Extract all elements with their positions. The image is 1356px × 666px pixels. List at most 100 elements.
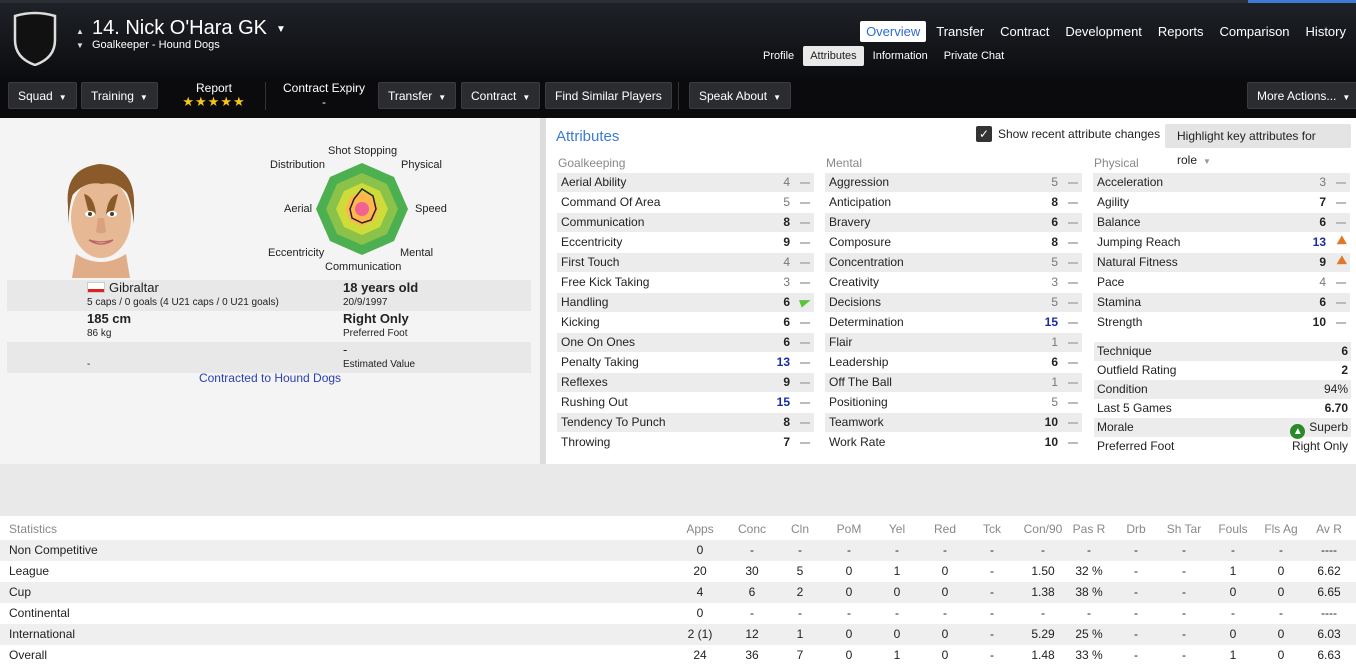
goalkeeping-attr-row[interactable]: Rushing Out 15 [557,393,814,412]
statistics-row[interactable]: Cup 4 6 2 0 0 0 - 1.38 38 % - - 0 0 6.65 [0,582,1356,603]
statistics-column-header[interactable]: Fls Ag [1259,519,1303,540]
statistics-column-header[interactable]: Conc [727,519,777,540]
name-dropdown-icon[interactable]: ▼ [276,24,286,35]
statistics-column-header[interactable]: Yel [877,519,917,540]
goalkeeping-attr-row[interactable]: Command Of Area 5 [557,193,814,212]
tab-development[interactable]: Development [1059,21,1148,42]
physical-attr-row[interactable]: Balance 6 [1093,213,1350,232]
tab-history[interactable]: History [1300,21,1352,42]
statistics-cell: 30 [745,564,759,578]
next-player-arrow-icon[interactable]: ▼ [76,41,84,50]
statistics-cell: 24 [693,648,707,662]
statistics-row[interactable]: Continental 0- - - - - - - - - - - - ---- [0,603,1356,624]
physical-attr-row[interactable]: Acceleration 3 [1093,173,1350,192]
physical-attr-row[interactable]: Strength 10 [1093,313,1350,332]
tab-overview[interactable]: Overview [860,21,927,42]
mental-attr-row[interactable]: Bravery 6 [825,213,1082,232]
nationality[interactable]: Gibraltar [87,280,159,295]
physical-attr-row[interactable]: Pace 4 [1093,273,1350,292]
statistics-header-row: Statistics Apps Conc Cln PoM Yel Red Tck Con/90 P… [0,519,1356,540]
squad-button[interactable]: Squad ▼ [8,82,77,109]
statistics-row[interactable]: Overall 24 36 7 0 1 0 - 1.48 33 % - - 1 0 6.63 [0,645,1356,666]
attribute-unchanged-icon [800,382,810,384]
goalkeeping-attr-row[interactable]: Communication 8 [557,213,814,232]
physical-attr-value: 9 [1319,255,1326,269]
mental-attr-row[interactable]: Anticipation 8 [825,193,1082,212]
more-actions-button[interactable]: More Actions... ▼ [1247,82,1356,109]
mental-attr-row[interactable]: Composure 8 [825,233,1082,252]
prev-player-arrow-icon[interactable]: ▲ [76,22,84,42]
goalkeeping-attr-row[interactable]: Handling 6 [557,293,814,312]
mental-attr-row[interactable]: Positioning 5 [825,393,1082,412]
misc-name: Preferred Foot [1097,439,1175,453]
highlight-role-dropdown[interactable]: Highlight key attributes for role ▼ [1165,124,1351,167]
mental-attr-row[interactable]: Work Rate 10 [825,433,1082,452]
statistics-cell: 6.63 [1317,648,1341,662]
report-summary[interactable]: Report ★★★★★ [170,81,258,109]
subtab-private-chat[interactable]: Private Chat [937,46,1012,66]
mental-attr-row[interactable]: Leadership 6 [825,353,1082,372]
goalkeeping-attr-row[interactable]: Penalty Taking 13 [557,353,814,372]
contract-button[interactable]: Contract ▼ [461,82,541,109]
goalkeeping-attr-row[interactable]: Kicking 6 [557,313,814,332]
statistics-column-header[interactable]: PoM [829,519,869,540]
show-changes-checkbox[interactable]: ✓ Show recent attribute changes [976,126,1160,142]
statistics-column-header[interactable]: Pas R [1064,519,1114,540]
goalkeeping-attr-row[interactable]: Free Kick Taking 3 [557,273,814,292]
statistics-column-header[interactable]: Red [925,519,965,540]
mental-attr-row[interactable]: Teamwork 10 [825,413,1082,432]
mental-attr-row[interactable]: Determination 15 [825,313,1082,332]
statistics-row[interactable]: Non Competitive 0- - - - - - - - - - - - ---- [0,540,1356,561]
misc-name: Outfield Rating [1097,363,1177,377]
physical-attr-row[interactable]: Agility 7 [1093,193,1350,212]
statistics-row[interactable]: International 2 (1) 12 1 0 0 0 - 5.29 25 % - - 0 0 6.0… [0,624,1356,645]
physical-attr-name: Balance [1097,215,1141,229]
statistics-column-header[interactable]: Cln [780,519,820,540]
statistics-column-header[interactable]: Con/90 [1018,519,1068,540]
goalkeeping-attr-row[interactable]: One On Ones 6 [557,333,814,352]
goalkeeping-attr-row[interactable]: Tendency To Punch 8 [557,413,814,432]
contracted-link[interactable]: Contracted to Hound Dogs [0,371,540,385]
goalkeeping-attr-row[interactable]: Eccentricity 9 [557,233,814,252]
attribute-down-arrow-icon [1334,235,1347,249]
nation-name: Gibraltar [109,280,159,295]
mental-attr-row[interactable]: Concentration 5 [825,253,1082,272]
chevron-down-icon: ▼ [438,93,447,102]
speak-about-button[interactable]: Speak About ▼ [689,82,791,109]
statistics-column-header[interactable]: Fouls [1211,519,1255,540]
mental-attr-row[interactable]: Off The Ball 1 [825,373,1082,392]
transfer-button[interactable]: Transfer ▼ [378,82,457,109]
mental-attr-row[interactable]: Flair 1 [825,333,1082,352]
training-button[interactable]: Training ▼ [81,82,158,109]
tab-contract[interactable]: Contract [994,21,1055,42]
statistics-column-header[interactable]: Av R [1309,519,1349,540]
mental-attr-row[interactable]: Aggression 5 [825,173,1082,192]
physical-attr-value: 4 [1319,275,1326,289]
statistics-column-header[interactable]: Sh Tar [1159,519,1209,540]
goalkeeping-attr-row[interactable]: Throwing 7 [557,433,814,452]
goalkeeping-heading: Goalkeeping [558,156,626,170]
physical-attr-row[interactable]: Stamina 6 [1093,293,1350,312]
mental-attr-row[interactable]: Creativity 3 [825,273,1082,292]
physical-attr-row[interactable]: Jumping Reach 13 [1093,233,1350,252]
subtab-attributes[interactable]: Attributes [803,46,864,66]
attribute-unchanged-icon [1068,262,1078,264]
misc-name: Condition [1097,382,1148,396]
statistics-column-header[interactable]: Drb [1116,519,1156,540]
statistics-column-header[interactable]: Apps [675,519,725,540]
tab-reports[interactable]: Reports [1152,21,1210,42]
statistics-row[interactable]: League 20 30 5 0 1 0 - 1.50 32 % - - 1 0 6.62 [0,561,1356,582]
mental-attr-value: 1 [1051,375,1058,389]
subtab-information[interactable]: Information [866,46,935,66]
subtab-profile[interactable]: Profile [756,46,801,66]
attribute-unchanged-icon [1068,342,1078,344]
goalkeeping-attr-row[interactable]: Reflexes 9 [557,373,814,392]
find-similar-button[interactable]: Find Similar Players [545,82,672,109]
goalkeeping-attr-row[interactable]: First Touch 4 [557,253,814,272]
mental-attr-row[interactable]: Decisions 5 [825,293,1082,312]
goalkeeping-attr-row[interactable]: Aerial Ability 4 [557,173,814,192]
tab-comparison[interactable]: Comparison [1213,21,1295,42]
statistics-column-header[interactable]: Tck [972,519,1012,540]
physical-attr-row[interactable]: Natural Fitness 9 [1093,253,1350,272]
tab-transfer[interactable]: Transfer [930,21,990,42]
